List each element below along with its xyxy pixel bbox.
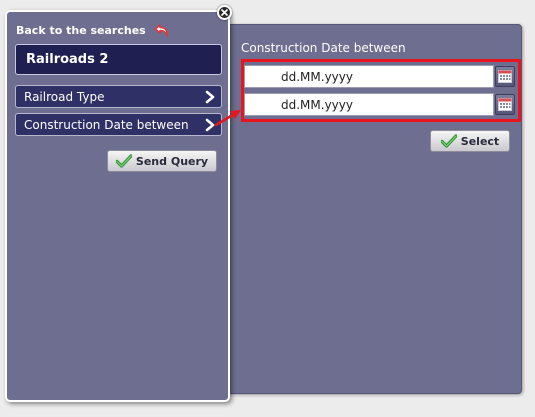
sidebar-item-railroad-type[interactable]: Railroad Type <box>15 85 222 108</box>
select-button[interactable]: Select <box>430 130 510 152</box>
date-filter-label: Construction Date between <box>241 41 406 55</box>
highlight-box <box>241 59 521 122</box>
search-sidebar: Back to the searches Railroads 2 Railroa… <box>5 10 230 402</box>
checkmark-icon <box>440 134 457 148</box>
checkmark-icon <box>115 154 132 168</box>
screen: Construction Date between dd.MM.yyyy dd.… <box>0 0 535 417</box>
date-filter-panel: Construction Date between dd.MM.yyyy dd.… <box>216 24 522 394</box>
sidebar-item-label: Construction Date between <box>24 117 189 132</box>
search-title: Railroads 2 <box>15 44 222 75</box>
back-link-label: Back to the searches <box>16 24 146 37</box>
sidebar-item-label: Railroad Type <box>24 89 105 104</box>
select-button-label: Select <box>460 134 500 148</box>
back-to-searches-link[interactable]: Back to the searches <box>16 23 170 38</box>
back-arrow-icon <box>154 24 168 37</box>
sidebar-item-construction-date[interactable]: Construction Date between <box>15 113 222 136</box>
connector-arrow-icon <box>214 110 241 127</box>
close-button[interactable] <box>217 5 232 20</box>
close-icon <box>221 9 228 16</box>
send-query-button-label: Send Query <box>135 154 209 168</box>
send-query-button[interactable]: Send Query <box>107 150 217 172</box>
chevron-right-icon <box>205 90 215 104</box>
